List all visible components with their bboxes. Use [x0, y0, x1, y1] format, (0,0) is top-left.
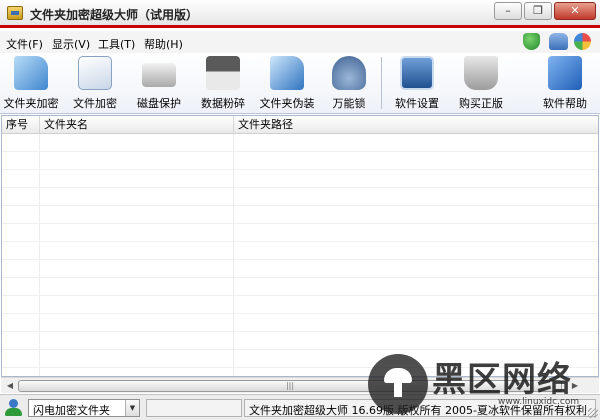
telephone-icon[interactable] — [549, 33, 568, 50]
grid-line — [2, 331, 598, 332]
disk-protect-label: 磁盘保护 — [137, 97, 181, 110]
grid-line — [233, 134, 234, 376]
folder-encrypt-button[interactable]: 文件夹加密 — [0, 55, 62, 113]
settings-board-icon — [400, 56, 434, 90]
data-shred-label: 数据粉碎 — [201, 97, 245, 110]
file-encrypt-label: 文件加密 — [73, 97, 117, 110]
column-folder-path[interactable]: 文件夹路径 — [234, 116, 598, 134]
watermark-logo-icon — [368, 354, 428, 414]
help-cube-icon — [548, 56, 582, 90]
buy-license-button[interactable]: 购买正版 — [450, 55, 512, 113]
universal-lock-label: 万能锁 — [332, 97, 366, 110]
list-body[interactable] — [2, 134, 598, 376]
menu-bar: 文件(F) 显示(V) 工具(T) 帮助(H) — [0, 31, 600, 53]
column-folder-name[interactable]: 文件夹名 — [40, 116, 234, 134]
chevron-down-icon[interactable]: ▼ — [125, 400, 139, 416]
scroll-left-button[interactable]: ◀ — [2, 379, 18, 393]
software-help-button[interactable]: 软件帮助 — [534, 55, 596, 113]
title-bar[interactable]: 文件夹加密超级大师（试用版） – ❐ ✕ — [0, 0, 600, 28]
grid-line — [2, 349, 598, 350]
menu-view[interactable]: 显示(V) — [52, 36, 90, 52]
grid-line — [2, 295, 598, 296]
shopping-cart-icon — [464, 56, 498, 90]
grid-line — [39, 134, 40, 376]
folder-encrypt-icon — [14, 56, 48, 90]
grid-line — [2, 313, 598, 314]
grid-line — [2, 241, 598, 242]
grid-line — [2, 223, 598, 224]
watermark-brand: 黑区网络 — [432, 360, 572, 400]
encrypt-mode-value: 闪电加密文件夹 — [33, 404, 110, 417]
resize-grip[interactable] — [588, 408, 598, 418]
toolbar: 文件夹加密 文件加密 磁盘保护 数据粉碎 文件夹伪装 万能锁 软件设置 购买正版… — [0, 53, 600, 114]
disk-protect-icon — [142, 63, 176, 87]
shredder-icon — [206, 56, 240, 90]
restore-button[interactable]: ❐ — [524, 2, 552, 20]
list-header: 序号 文件夹名 文件夹路径 — [2, 116, 598, 134]
close-button[interactable]: ✕ — [554, 2, 596, 20]
window-title: 文件夹加密超级大师（试用版） — [30, 8, 199, 22]
app-folder-lock-icon — [7, 6, 23, 20]
watermark-url: www.linuxidc.com — [498, 397, 580, 407]
grid-line — [2, 205, 598, 206]
window-controls: – ❐ ✕ — [492, 2, 596, 20]
file-encrypt-button[interactable]: 文件加密 — [64, 55, 126, 113]
folder-disguise-button[interactable]: 文件夹伪装 — [256, 55, 318, 113]
disk-protect-button[interactable]: 磁盘保护 — [128, 55, 190, 113]
menu-file[interactable]: 文件(F) — [6, 36, 43, 52]
file-encrypt-icon — [78, 56, 112, 90]
column-index[interactable]: 序号 — [2, 116, 40, 134]
padlock-icon — [332, 56, 366, 90]
grid-line — [2, 151, 598, 152]
folder-disguise-icon — [270, 56, 304, 90]
grid-line — [2, 187, 598, 188]
software-settings-button[interactable]: 软件设置 — [386, 55, 448, 113]
menu-help[interactable]: 帮助(H) — [144, 36, 183, 52]
status-panel-middle — [146, 399, 242, 417]
folder-list[interactable]: 序号 文件夹名 文件夹路径 — [1, 115, 599, 377]
universal-lock-button[interactable]: 万能锁 — [318, 55, 380, 113]
data-shred-button[interactable]: 数据粉碎 — [192, 55, 254, 113]
software-help-label: 软件帮助 — [543, 97, 587, 110]
grid-line — [2, 277, 598, 278]
shield-check-icon[interactable] — [523, 33, 540, 50]
menu-tools[interactable]: 工具(T) — [98, 36, 135, 52]
grid-line — [2, 169, 598, 170]
buy-license-label: 购买正版 — [459, 97, 503, 110]
grid-line — [2, 259, 598, 260]
encrypt-mode-select[interactable]: 闪电加密文件夹 ▼ — [28, 399, 140, 417]
minimize-button[interactable]: – — [494, 2, 522, 20]
software-settings-label: 软件设置 — [395, 97, 439, 110]
color-wheel-icon[interactable] — [574, 33, 591, 50]
user-icon — [4, 399, 24, 417]
